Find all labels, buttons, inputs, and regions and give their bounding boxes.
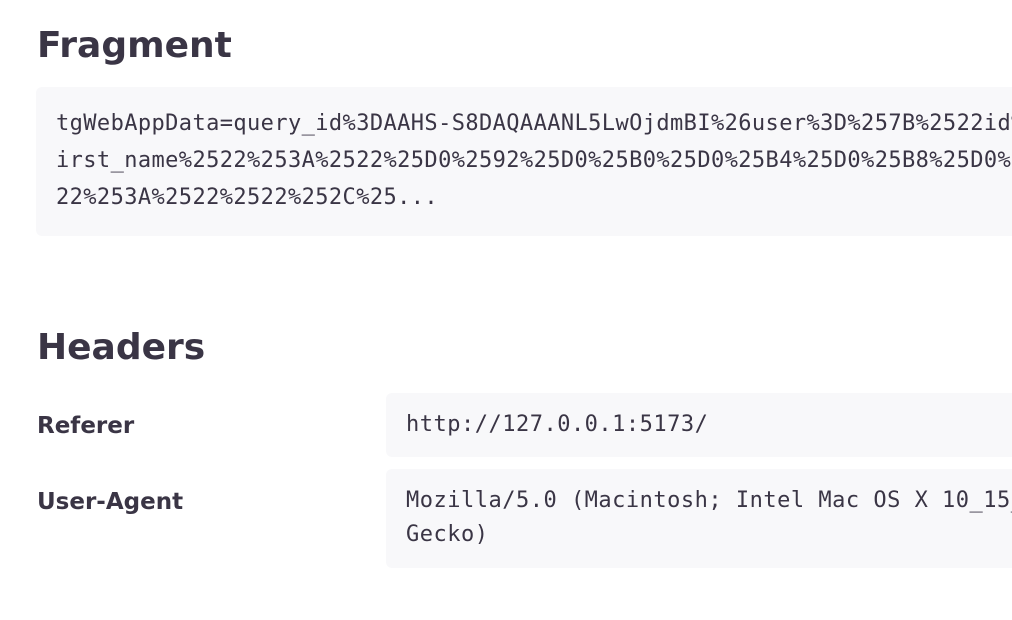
header-name-user-agent: User-Agent <box>37 489 184 515</box>
headers-heading: Headers <box>37 327 206 368</box>
header-value-user-agent[interactable]: Mozilla/5.0 (Macintosh; Intel Mac OS X 1… <box>386 469 1012 568</box>
header-value-line: http://127.0.0.1:5173/ <box>406 412 709 437</box>
fragment-value-box[interactable]: tgWebAppData=query_id%3DAAHS-S8DAQAAANL5… <box>36 87 1012 236</box>
fragment-line: tgWebAppData=query_id%3DAAHS-S8DAQAAANL5… <box>56 111 1012 136</box>
header-value-referer[interactable]: http://127.0.0.1:5173/ <box>386 393 1012 457</box>
fragment-line: 22%253A%2522%2522%252C%25... <box>56 185 439 210</box>
header-value-line: Gecko) <box>406 522 489 547</box>
header-value-line: Mozilla/5.0 (Macintosh; Intel Mac OS X 1… <box>406 488 1012 513</box>
fragment-line: irst_name%2522%253A%2522%25D0%2592%25D0%… <box>56 148 1012 173</box>
fragment-heading: Fragment <box>37 25 232 66</box>
header-name-referer: Referer <box>37 413 135 439</box>
